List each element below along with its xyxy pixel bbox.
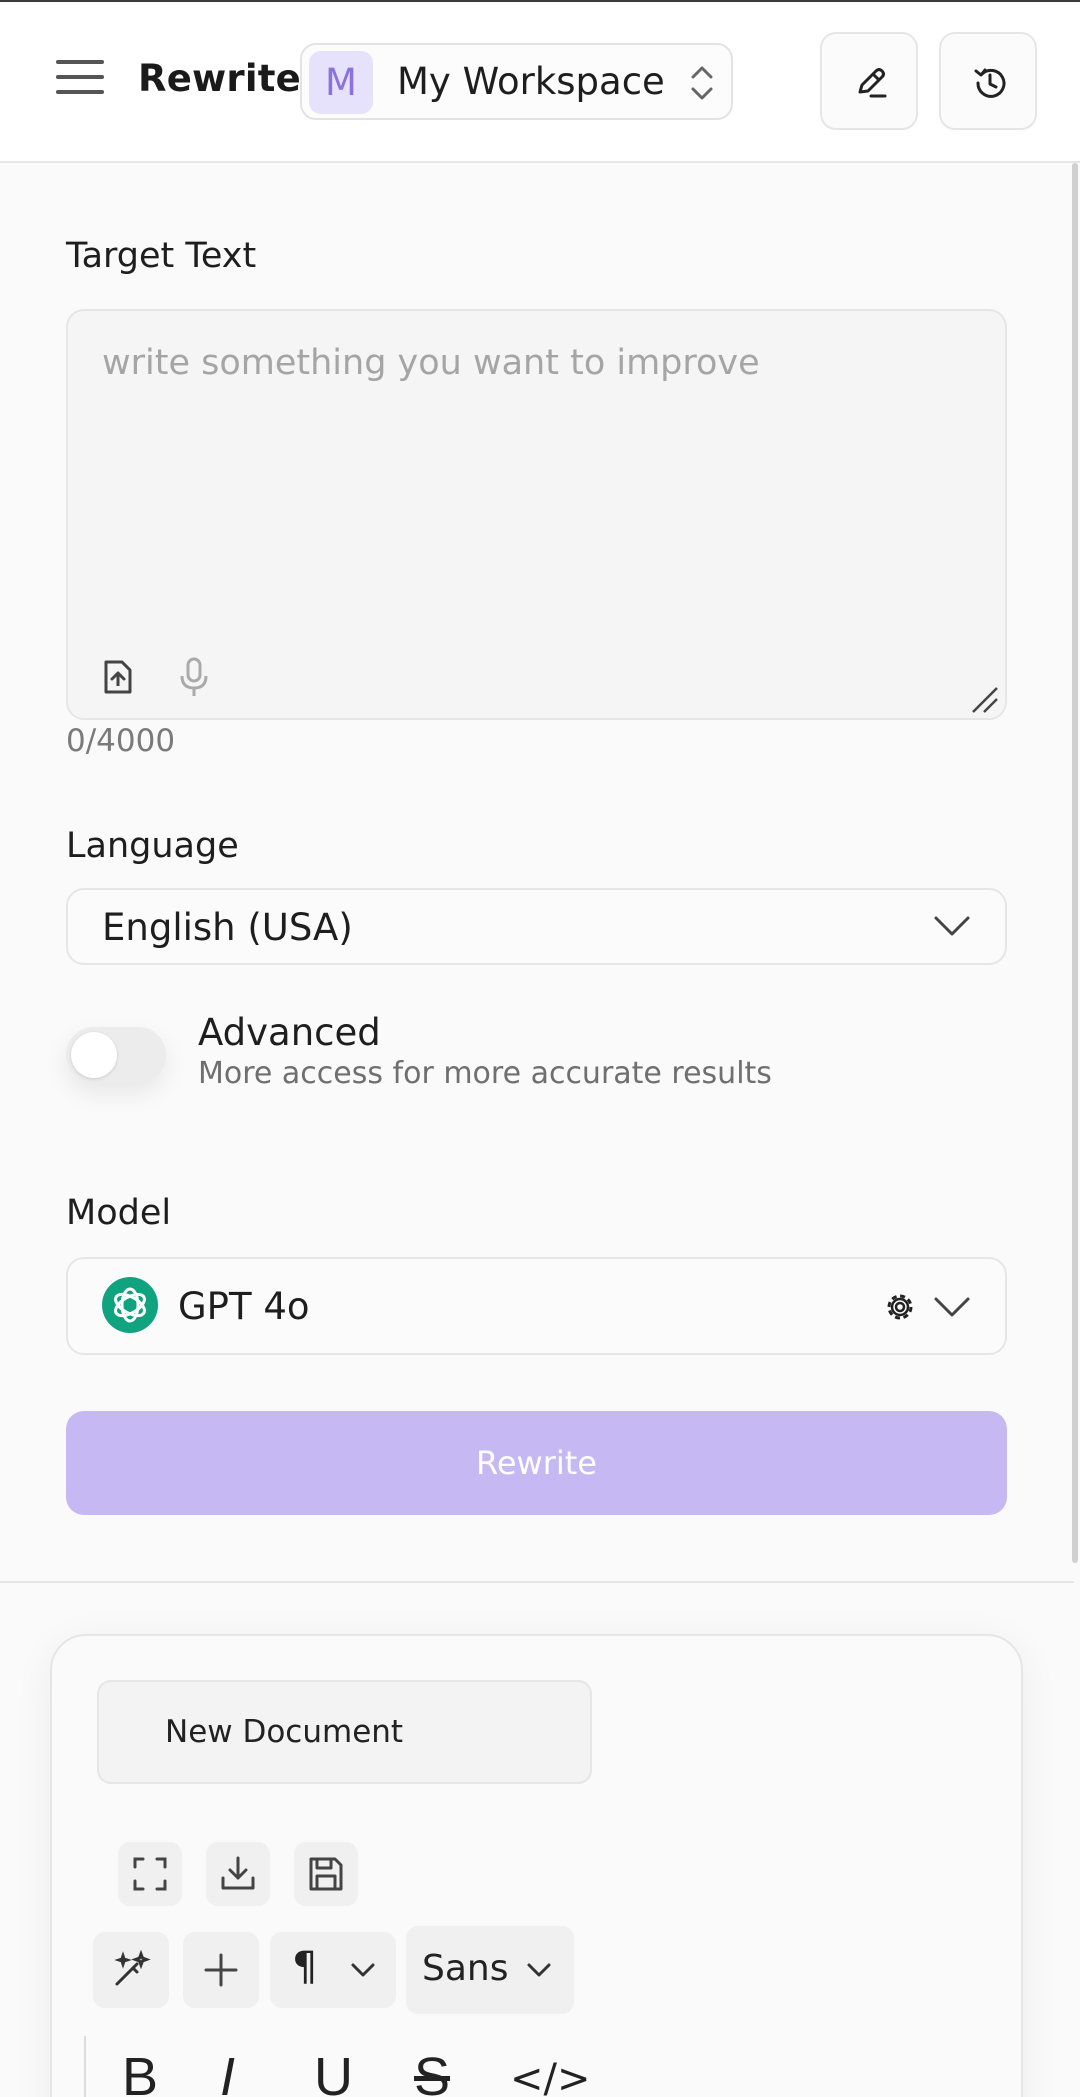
model-label: Model: [66, 1193, 172, 1233]
gear-icon[interactable]: [883, 1290, 917, 1324]
language-value: English (USA): [102, 906, 353, 949]
section-divider: [0, 1581, 1074, 1583]
strikethrough-button[interactable]: S: [414, 2046, 450, 2097]
rewrite-button[interactable]: Rewrite: [66, 1411, 1007, 1515]
target-text-placeholder: write something you want to improve: [102, 343, 760, 383]
top-header: Rewrite M My Workspace: [0, 0, 1080, 163]
workspace-name: My Workspace: [397, 60, 665, 103]
code-button[interactable]: </>: [510, 2056, 591, 2097]
menu-icon[interactable]: [56, 60, 104, 100]
chevron-down-icon: [934, 1297, 970, 1317]
chevron-down-icon: [527, 1963, 551, 1977]
bold-button[interactable]: B: [122, 2046, 158, 2097]
font-family-select[interactable]: Sans: [406, 1926, 574, 2014]
toolbar-divider: [84, 2036, 86, 2097]
workspace-switcher[interactable]: M My Workspace: [300, 43, 733, 120]
document-title-input[interactable]: New Document: [97, 1680, 592, 1784]
advanced-description: More access for more accurate results: [198, 1056, 772, 1091]
toggle-knob: [71, 1032, 117, 1078]
resize-handle-icon[interactable]: [970, 685, 1000, 715]
document-editor-card: New Document ¶ Sans B I U S </>: [50, 1634, 1023, 2097]
language-select[interactable]: English (USA): [66, 888, 1007, 965]
advanced-title: Advanced: [198, 1011, 381, 1054]
character-counter: 0/4000: [66, 723, 176, 759]
workspace-avatar: M: [309, 51, 373, 114]
save-button[interactable]: [294, 1842, 358, 1906]
plus-icon: [204, 1953, 238, 1987]
edit-pen-icon: [858, 68, 887, 98]
chevron-down-icon: [934, 916, 970, 936]
download-icon: [221, 1856, 255, 1890]
paragraph-style-select[interactable]: ¶: [270, 1932, 396, 2008]
history-icon: [974, 68, 1006, 98]
underline-button[interactable]: U: [314, 2046, 353, 2097]
fullscreen-button[interactable]: [118, 1842, 182, 1906]
save-icon: [309, 1857, 343, 1891]
magic-wand-icon: [114, 1950, 151, 1986]
model-value: GPT 4o: [178, 1285, 310, 1328]
target-text-input[interactable]: write something you want to improve: [66, 309, 1007, 720]
document-title-value: New Document: [165, 1714, 404, 1750]
italic-button[interactable]: I: [220, 2046, 235, 2097]
model-select[interactable]: GPT 4o: [66, 1257, 1007, 1355]
fullscreen-icon: [133, 1857, 167, 1891]
download-button[interactable]: [206, 1842, 270, 1906]
microphone-icon[interactable]: [178, 656, 210, 698]
new-document-button[interactable]: [820, 32, 918, 130]
font-family-value: Sans: [422, 1948, 509, 1989]
openai-logo-icon: [102, 1277, 158, 1333]
upload-file-icon[interactable]: [102, 658, 134, 696]
language-label: Language: [66, 826, 239, 866]
scrollbar[interactable]: [1072, 163, 1078, 1563]
target-text-label: Target Text: [66, 236, 257, 276]
page-title: Rewrite: [138, 57, 301, 100]
add-block-button[interactable]: [183, 1932, 259, 2008]
chevron-up-down-icon: [691, 66, 713, 100]
paragraph-icon: ¶: [292, 1944, 318, 1990]
ai-magic-button[interactable]: [93, 1932, 169, 2008]
advanced-toggle[interactable]: [66, 1027, 166, 1083]
history-button[interactable]: [939, 32, 1037, 130]
chevron-down-icon: [351, 1963, 375, 1977]
